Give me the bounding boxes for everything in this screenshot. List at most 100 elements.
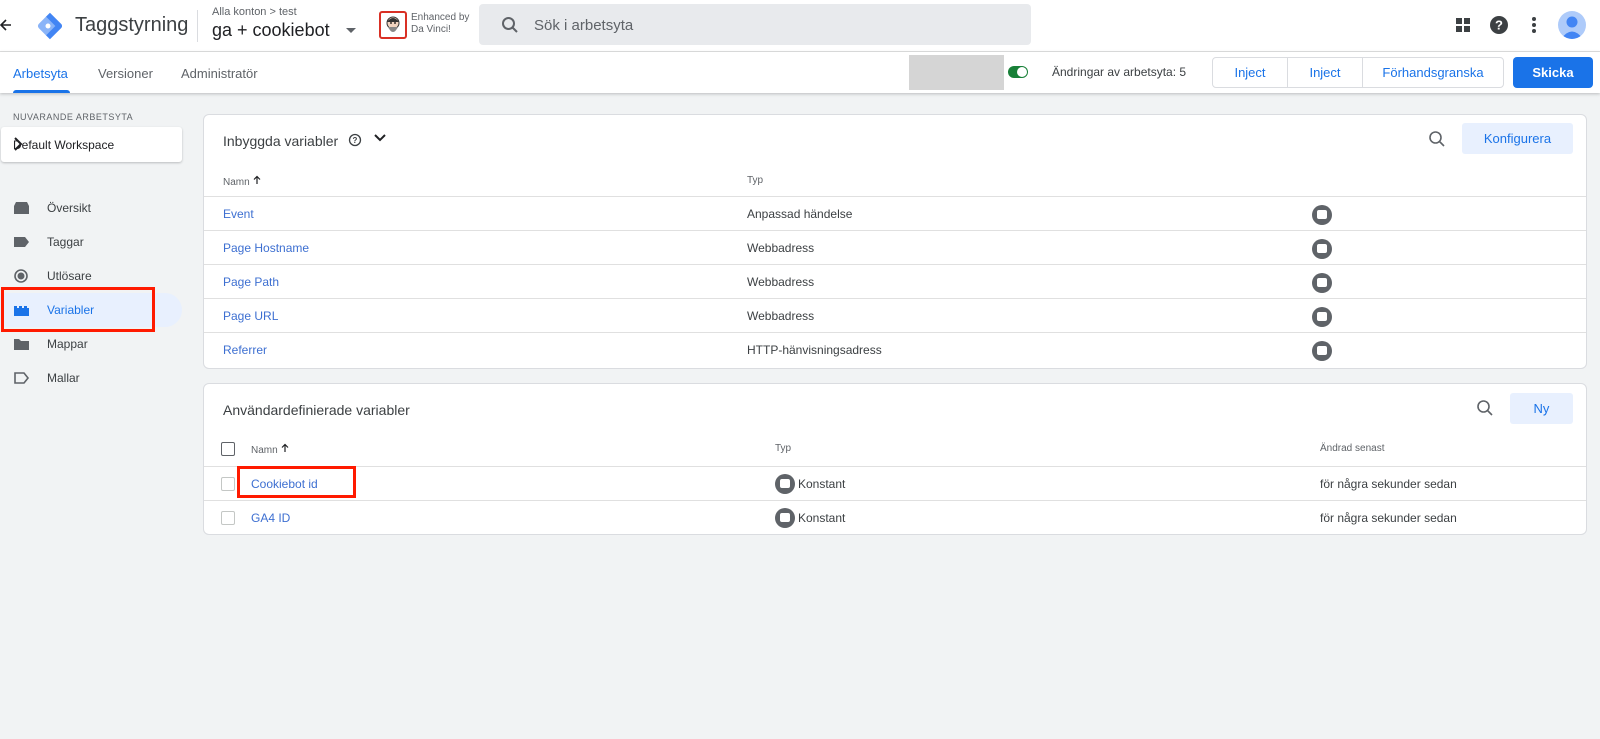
extension-davinci-icon[interactable] <box>379 11 407 39</box>
configure-button[interactable]: Konfigurera <box>1462 123 1573 154</box>
template-icon <box>13 371 30 385</box>
caret-down-icon[interactable] <box>346 28 356 33</box>
table-row[interactable]: Page URL Webbadress <box>204 298 1586 332</box>
sidebar-item-oversikt[interactable]: Översikt <box>0 191 182 225</box>
variable-type-icon <box>1312 239 1332 259</box>
redacted-area <box>909 55 1004 90</box>
workspace-changes-count: Ändringar av arbetsyta: 5 <box>1052 65 1187 79</box>
more-vert-icon[interactable] <box>1523 14 1545 36</box>
sidebar-item-label: Utlösare <box>47 269 92 283</box>
top-app-bar: Taggstyrning Alla konton > test ga + coo… <box>0 0 1600 52</box>
variable-name-link[interactable]: Page Hostname <box>223 241 309 255</box>
arrow-up-icon <box>252 175 262 188</box>
submit-button[interactable]: Skicka <box>1513 57 1593 88</box>
row-checkbox[interactable] <box>221 477 235 491</box>
table-row[interactable]: Page Path Webbadress <box>204 264 1586 298</box>
apps-grid-icon[interactable] <box>1452 14 1474 36</box>
breadcrumb-separator: > <box>269 6 276 18</box>
variable-name-link[interactable]: GA4 ID <box>251 511 290 525</box>
table-row[interactable]: Cookiebot id Konstant för några sekunder… <box>204 466 1586 500</box>
search-icon[interactable] <box>1428 130 1446 151</box>
table-row[interactable]: GA4 ID Konstant för några sekunder sedan <box>204 500 1586 534</box>
tab-arbetsyta[interactable]: Arbetsyta <box>13 66 68 81</box>
last-changed: för några sekunder sedan <box>1320 477 1457 491</box>
arrow-left-icon[interactable] <box>0 14 14 36</box>
column-header-type: Typ <box>775 443 792 454</box>
highlight-annotation <box>1 287 155 332</box>
sidebar-item-mappar[interactable]: Mappar <box>0 327 182 361</box>
tag-icon <box>13 235 30 249</box>
variable-type-icon <box>1312 307 1332 327</box>
folder-icon <box>13 337 30 351</box>
sidebar-item-label: Mappar <box>47 337 88 351</box>
variable-type-icon <box>1312 205 1332 225</box>
account-avatar[interactable] <box>1558 11 1586 39</box>
breadcrumb-account[interactable]: test <box>279 6 297 18</box>
last-changed: för några sekunder sedan <box>1320 511 1457 525</box>
user-defined-variables-card: Användardefinierade variabler Ny Namn Ty… <box>203 383 1587 535</box>
workspace-toolbar: Arbetsyta Versioner Administratör Ändrin… <box>0 52 1600 93</box>
extension-label: Enhanced by Da Vinci! <box>411 12 469 36</box>
svg-text:?: ? <box>353 136 358 145</box>
variable-type: Webbadress <box>747 241 815 255</box>
extension-line1: Enhanced by <box>411 12 470 23</box>
breadcrumb-root[interactable]: Alla konton <box>212 6 266 18</box>
expand-more-icon[interactable] <box>373 131 387 148</box>
toggle-switch[interactable] <box>1008 66 1028 78</box>
container-selector[interactable]: ga + cookiebot <box>212 20 330 41</box>
variable-type: Konstant <box>798 477 846 491</box>
sidebar-item-taggar[interactable]: Taggar <box>0 225 182 259</box>
sidebar-item-label: Taggar <box>47 235 84 249</box>
select-all-checkbox[interactable] <box>221 442 235 456</box>
chevron-right-icon <box>13 137 168 154</box>
arrow-up-icon <box>280 443 290 456</box>
variable-type-icon <box>1312 341 1332 361</box>
variable-type: HTTP-hänvisningsadress <box>747 343 882 357</box>
workspace-selector[interactable]: Default Workspace <box>1 127 182 162</box>
tag-manager-logo[interactable] <box>34 12 63 40</box>
overview-icon <box>13 201 30 215</box>
extension-line2: Da Vinci! <box>411 24 451 35</box>
constant-type-icon <box>775 508 795 528</box>
tab-versioner[interactable]: Versioner <box>98 66 153 81</box>
column-header-type: Typ <box>747 175 764 186</box>
variable-name-link[interactable]: Referrer <box>223 343 267 357</box>
workspace-search[interactable] <box>479 4 1031 45</box>
sidebar-item-label: Översikt <box>47 201 92 215</box>
search-icon <box>501 16 519 37</box>
search-input[interactable] <box>534 14 1004 36</box>
variable-name-link[interactable]: Event <box>223 207 254 221</box>
table-row[interactable]: Page Hostname Webbadress <box>204 230 1586 264</box>
builtin-variables-card: Inbyggda variabler ? Konfigurera Namn Ty… <box>203 114 1587 369</box>
highlight-annotation <box>237 466 356 498</box>
sidebar-item-mallar[interactable]: Mallar <box>0 361 182 395</box>
breadcrumb[interactable]: Alla konton > test <box>212 6 297 18</box>
column-header-label: Namn <box>251 445 278 456</box>
inject-button-2[interactable]: Inject <box>1287 57 1363 88</box>
variable-name-link[interactable]: Page URL <box>223 309 278 323</box>
constant-type-icon <box>775 474 795 494</box>
inject-button-1[interactable]: Inject <box>1212 57 1288 88</box>
sidebar-item-label: Mallar <box>47 371 80 385</box>
column-header-last-changed: Ändrad senast <box>1320 443 1385 454</box>
column-header-name[interactable]: Namn <box>251 443 290 456</box>
variable-type: Webbadress <box>747 309 815 323</box>
tab-administrator[interactable]: Administratör <box>181 66 258 81</box>
new-variable-button[interactable]: Ny <box>1510 393 1573 424</box>
variable-type-icon <box>1312 273 1332 293</box>
variable-type: Konstant <box>798 511 846 525</box>
user-defined-variables-title: Användardefinierade variabler <box>223 402 410 418</box>
variable-type: Anpassad händelse <box>747 207 853 221</box>
current-workspace-label: NUVARANDE ARBETSYTA <box>13 112 134 122</box>
search-icon[interactable] <box>1476 399 1494 420</box>
preview-button[interactable]: Förhandsgranska <box>1362 57 1504 88</box>
header-divider <box>197 10 198 42</box>
row-checkbox[interactable] <box>221 511 235 525</box>
table-row[interactable]: Event Anpassad händelse <box>204 196 1586 230</box>
help-outline-icon[interactable]: ? <box>348 133 362 150</box>
table-row[interactable]: Referrer HTTP-hänvisningsadress <box>204 332 1586 366</box>
variable-name-link[interactable]: Page Path <box>223 275 279 289</box>
column-header-name[interactable]: Namn <box>223 175 262 188</box>
help-icon[interactable]: ? <box>1488 14 1510 36</box>
variable-type: Webbadress <box>747 275 815 289</box>
